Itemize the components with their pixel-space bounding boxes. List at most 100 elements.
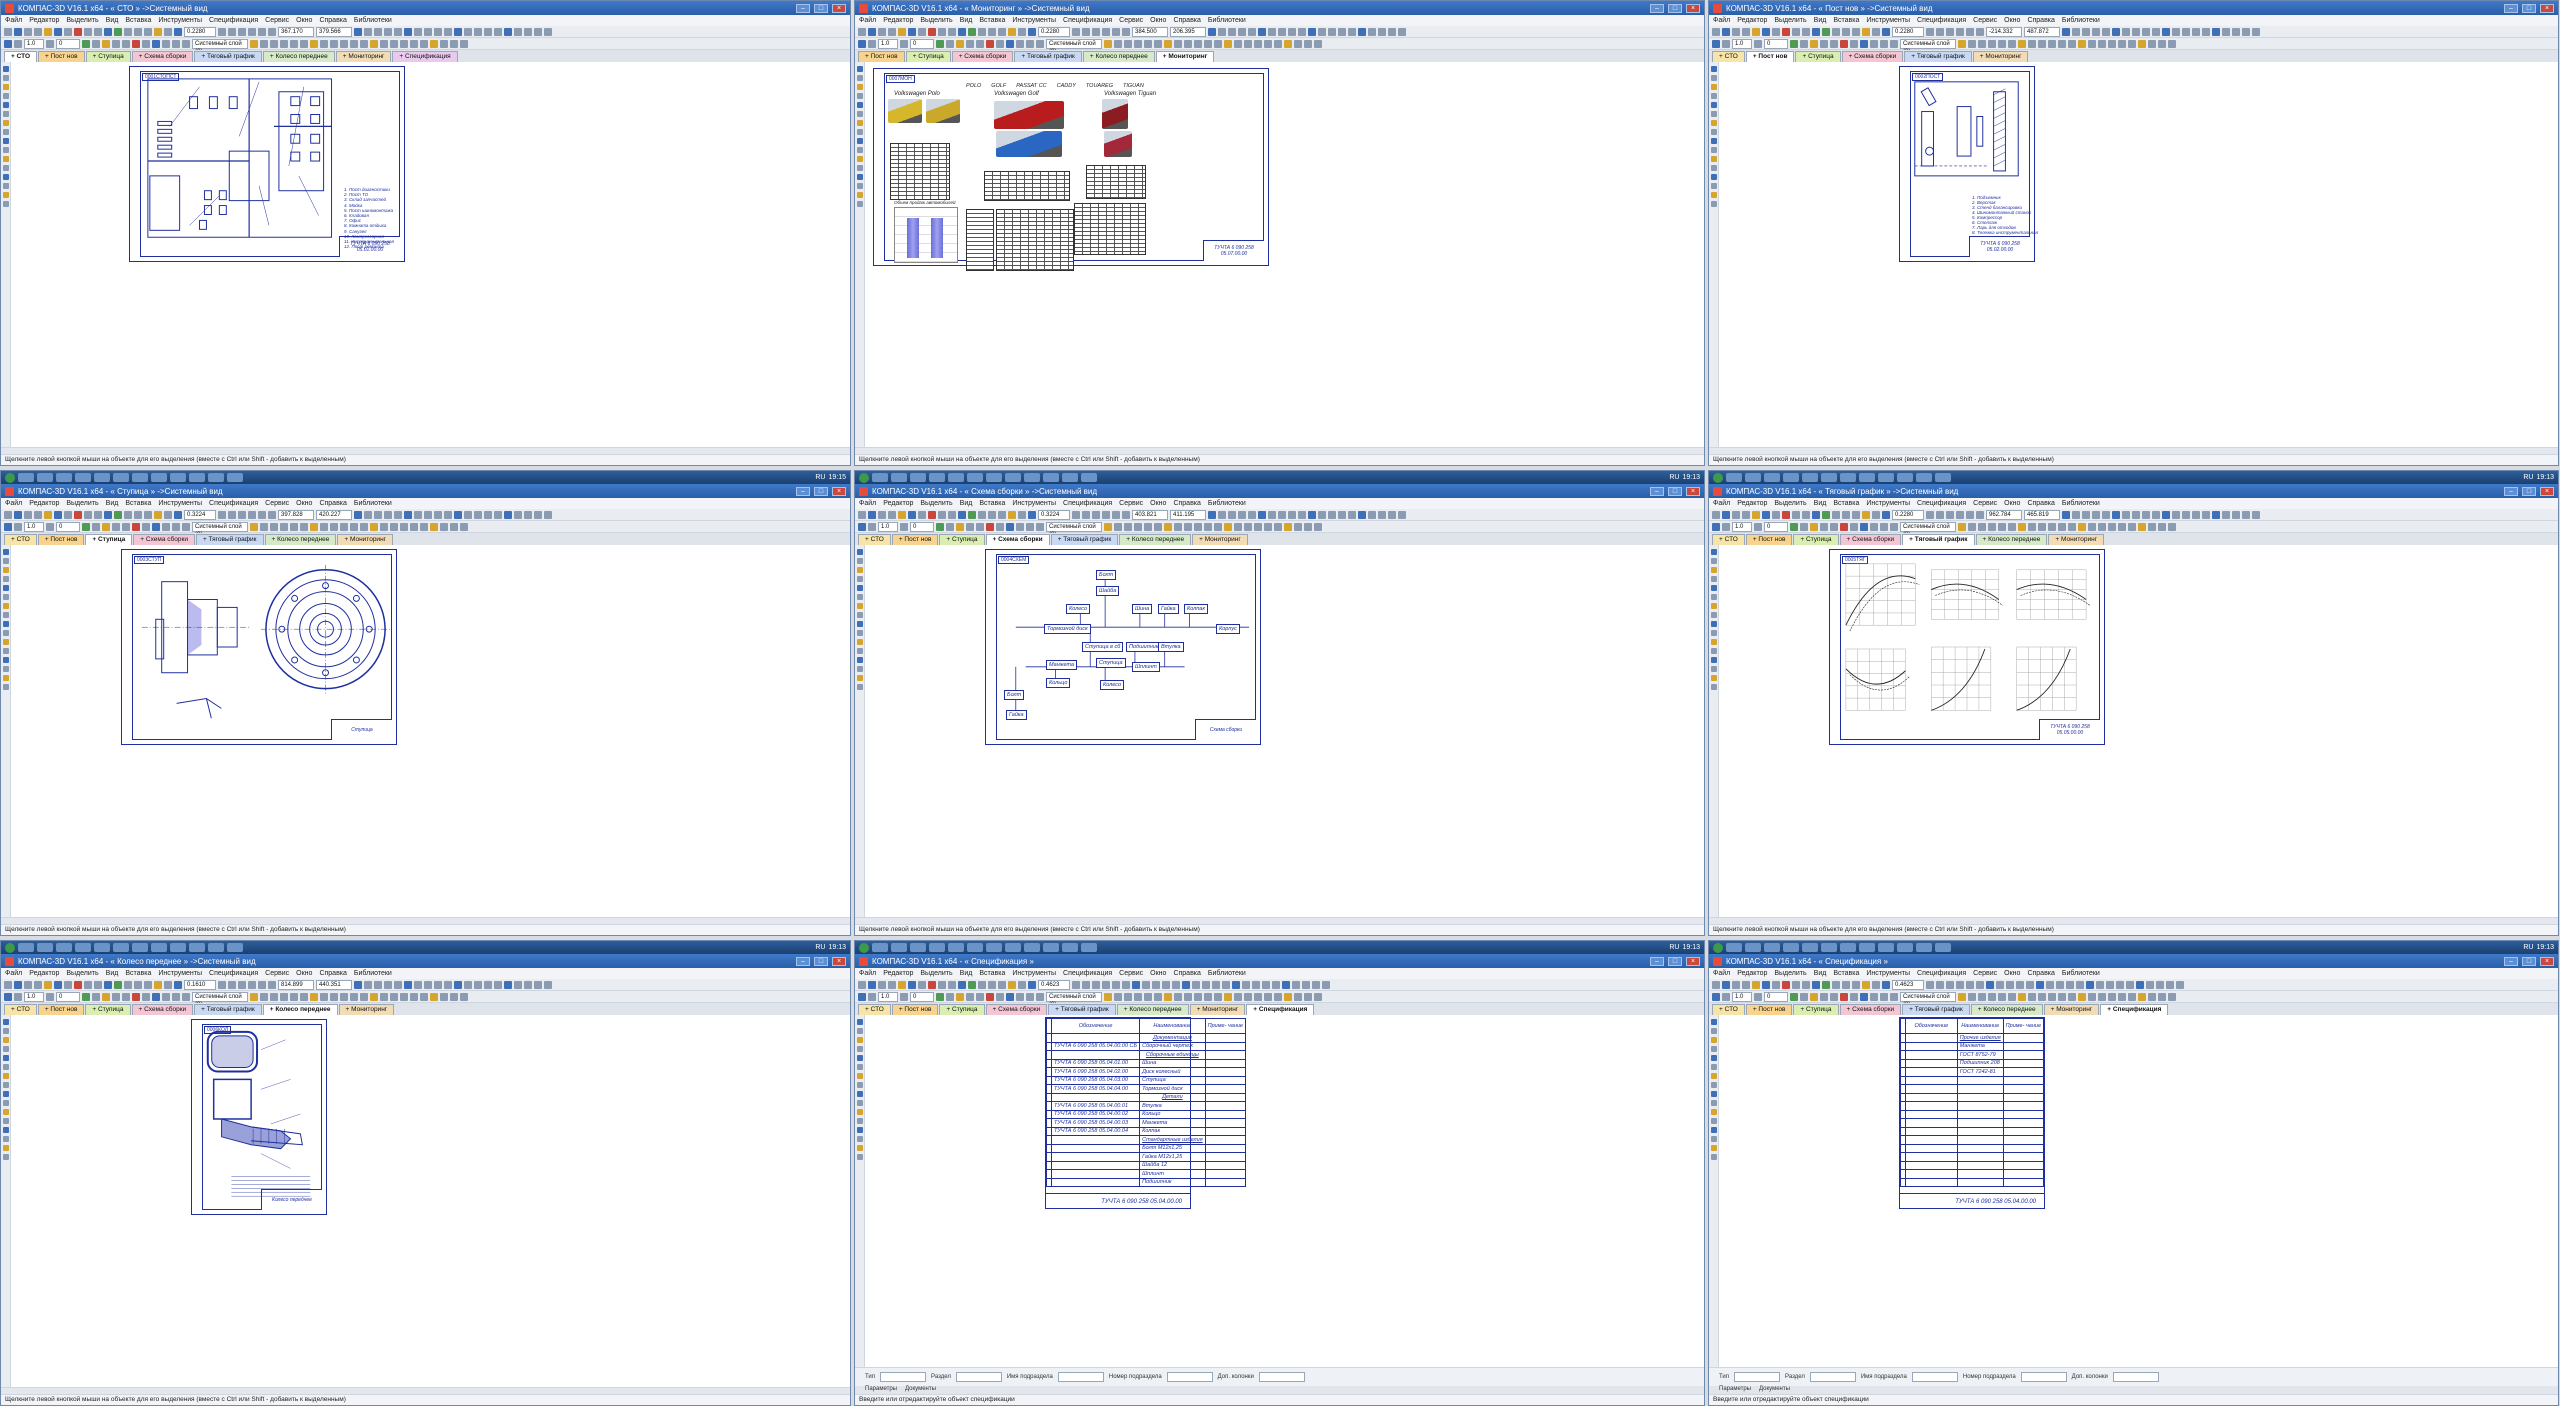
tool-button[interactable] — [152, 522, 160, 531]
tool-button[interactable] — [250, 39, 258, 48]
tool-button[interactable] — [1710, 66, 1717, 72]
tool-button[interactable] — [2182, 27, 2190, 36]
tool-button[interactable] — [454, 510, 462, 519]
tool-button[interactable] — [2138, 992, 2146, 1001]
tool-button[interactable] — [2038, 39, 2046, 48]
document-tab[interactable]: + Спецификация — [392, 51, 458, 62]
document-tab[interactable]: + Пост нов — [891, 534, 939, 545]
tool-button[interactable] — [1222, 980, 1230, 989]
tool-button[interactable] — [1314, 522, 1322, 531]
menu-item[interactable]: Инструменты — [1012, 500, 1056, 507]
spec-cell[interactable] — [1050, 1143, 1141, 1153]
tool-button[interactable] — [856, 612, 863, 618]
spec-cell[interactable] — [1050, 1033, 1141, 1043]
menu-item[interactable]: Редактор — [1737, 970, 1767, 977]
tool-button[interactable] — [856, 684, 863, 690]
spec-row[interactable]: ТУЧТА 6 090 258 05.04.00.00 СБ Сборочный … — [1046, 1041, 1246, 1051]
tool-button[interactable] — [410, 522, 418, 531]
menu-item[interactable]: Справка — [1173, 970, 1200, 977]
tool-button[interactable] — [1388, 510, 1396, 519]
tool-button[interactable] — [2166, 980, 2174, 989]
document-tab[interactable]: + Ступица — [939, 1004, 985, 1015]
tool-button[interactable] — [856, 585, 863, 591]
spec-cell[interactable]: ТУЧТА 6 090 258 05.04.03.00 — [1050, 1075, 1141, 1085]
tool-button[interactable] — [1328, 510, 1336, 519]
tool-button[interactable] — [1036, 992, 1044, 1001]
tool-button[interactable] — [1710, 75, 1717, 81]
tool-button[interactable] — [1234, 522, 1242, 531]
tool-button[interactable] — [2, 102, 9, 108]
tool-button[interactable] — [1882, 27, 1890, 36]
tool-button[interactable] — [1762, 980, 1770, 989]
tool-button[interactable] — [144, 980, 152, 989]
taskbar-app-button[interactable] — [948, 473, 964, 482]
tool-button[interactable] — [1304, 992, 1312, 1001]
tool-button[interactable] — [1710, 129, 1717, 135]
tool-button[interactable] — [1988, 522, 1996, 531]
tool-button[interactable] — [1358, 510, 1366, 519]
taskbar-app-button[interactable] — [1783, 943, 1799, 952]
tool-button[interactable] — [978, 980, 986, 989]
menu-item[interactable]: Вставка — [125, 17, 151, 24]
tool-button[interactable] — [144, 510, 152, 519]
tool-button[interactable] — [494, 980, 502, 989]
tool-button[interactable] — [856, 66, 863, 72]
tool-button[interactable] — [250, 992, 258, 1001]
tool-button[interactable] — [1304, 522, 1312, 531]
spec-cell[interactable] — [1050, 1169, 1141, 1179]
tool-button[interactable] — [1144, 522, 1152, 531]
tool-button[interactable] — [1976, 510, 1984, 519]
tool-button[interactable] — [320, 39, 328, 48]
tool-button[interactable] — [1194, 992, 1202, 1001]
tool-button[interactable] — [2058, 992, 2066, 1001]
tool-button[interactable] — [1284, 39, 1292, 48]
tool-button[interactable] — [2, 138, 9, 144]
tool-button[interactable] — [2142, 27, 2150, 36]
tool-button[interactable] — [4, 522, 12, 531]
document-tab[interactable]: + Колесо переднее — [1970, 1004, 2043, 1015]
document-tab[interactable]: + Ступица — [85, 534, 133, 545]
minimize-button[interactable]: – — [1650, 3, 1664, 13]
spec-cell[interactable] — [1204, 1160, 1246, 1170]
tool-button[interactable] — [2158, 522, 2166, 531]
tool-button[interactable] — [908, 980, 916, 989]
tool-button[interactable] — [1008, 980, 1016, 989]
tool-button[interactable] — [1860, 39, 1868, 48]
spec-row[interactable] — [1900, 1169, 2045, 1179]
tool-button[interactable] — [1966, 27, 1974, 36]
tool-button[interactable] — [2098, 522, 2106, 531]
tool-button[interactable] — [878, 980, 886, 989]
tool-button[interactable] — [2088, 992, 2096, 1001]
menu-item[interactable]: Справка — [1173, 17, 1200, 24]
tool-button[interactable] — [1976, 980, 1984, 989]
tool-button[interactable] — [856, 201, 863, 207]
tool-button[interactable] — [1072, 27, 1080, 36]
tool-button[interactable] — [1852, 980, 1860, 989]
menu-item[interactable]: Вид — [106, 17, 119, 24]
tool-button[interactable] — [92, 522, 100, 531]
tool-button[interactable] — [44, 980, 52, 989]
spec-row[interactable]: ГОСТ 7242-81 — [1900, 1067, 2045, 1077]
tool-button[interactable] — [92, 992, 100, 1001]
document-tab[interactable]: + Колесо переднее — [262, 51, 335, 62]
spec-cell[interactable] — [1956, 1109, 2004, 1119]
menu-item[interactable]: Вставка — [125, 500, 151, 507]
spec-cell[interactable] — [1905, 1152, 1958, 1162]
spec-cell[interactable]: Сборочные единицы — [1139, 1050, 1206, 1060]
taskbar-app-button[interactable] — [948, 943, 964, 952]
tool-button[interactable] — [2026, 980, 2034, 989]
document-tab[interactable]: + СТО — [1712, 1004, 1745, 1015]
tool-button[interactable] — [1278, 27, 1286, 36]
menu-item[interactable]: Спецификация — [1063, 970, 1112, 977]
tool-button[interactable] — [2, 111, 9, 117]
step-field[interactable]: 1.0 — [878, 38, 898, 49]
taskbar-app-button[interactable] — [18, 473, 34, 482]
tool-button[interactable] — [270, 992, 278, 1001]
tool-button[interactable] — [946, 39, 954, 48]
tool-button[interactable] — [258, 510, 266, 519]
spec-cell[interactable]: ГОСТ 8752-79 — [1956, 1050, 2004, 1060]
tool-button[interactable] — [966, 522, 974, 531]
minimize-button[interactable]: – — [2504, 486, 2518, 496]
spec-row[interactable]: ТУЧТА 6 090 258 05.04.04.00 Тормозной дис… — [1046, 1084, 1246, 1094]
drawing-canvas[interactable]: 0006КОЛ Колесо переднее — [11, 1015, 850, 1387]
